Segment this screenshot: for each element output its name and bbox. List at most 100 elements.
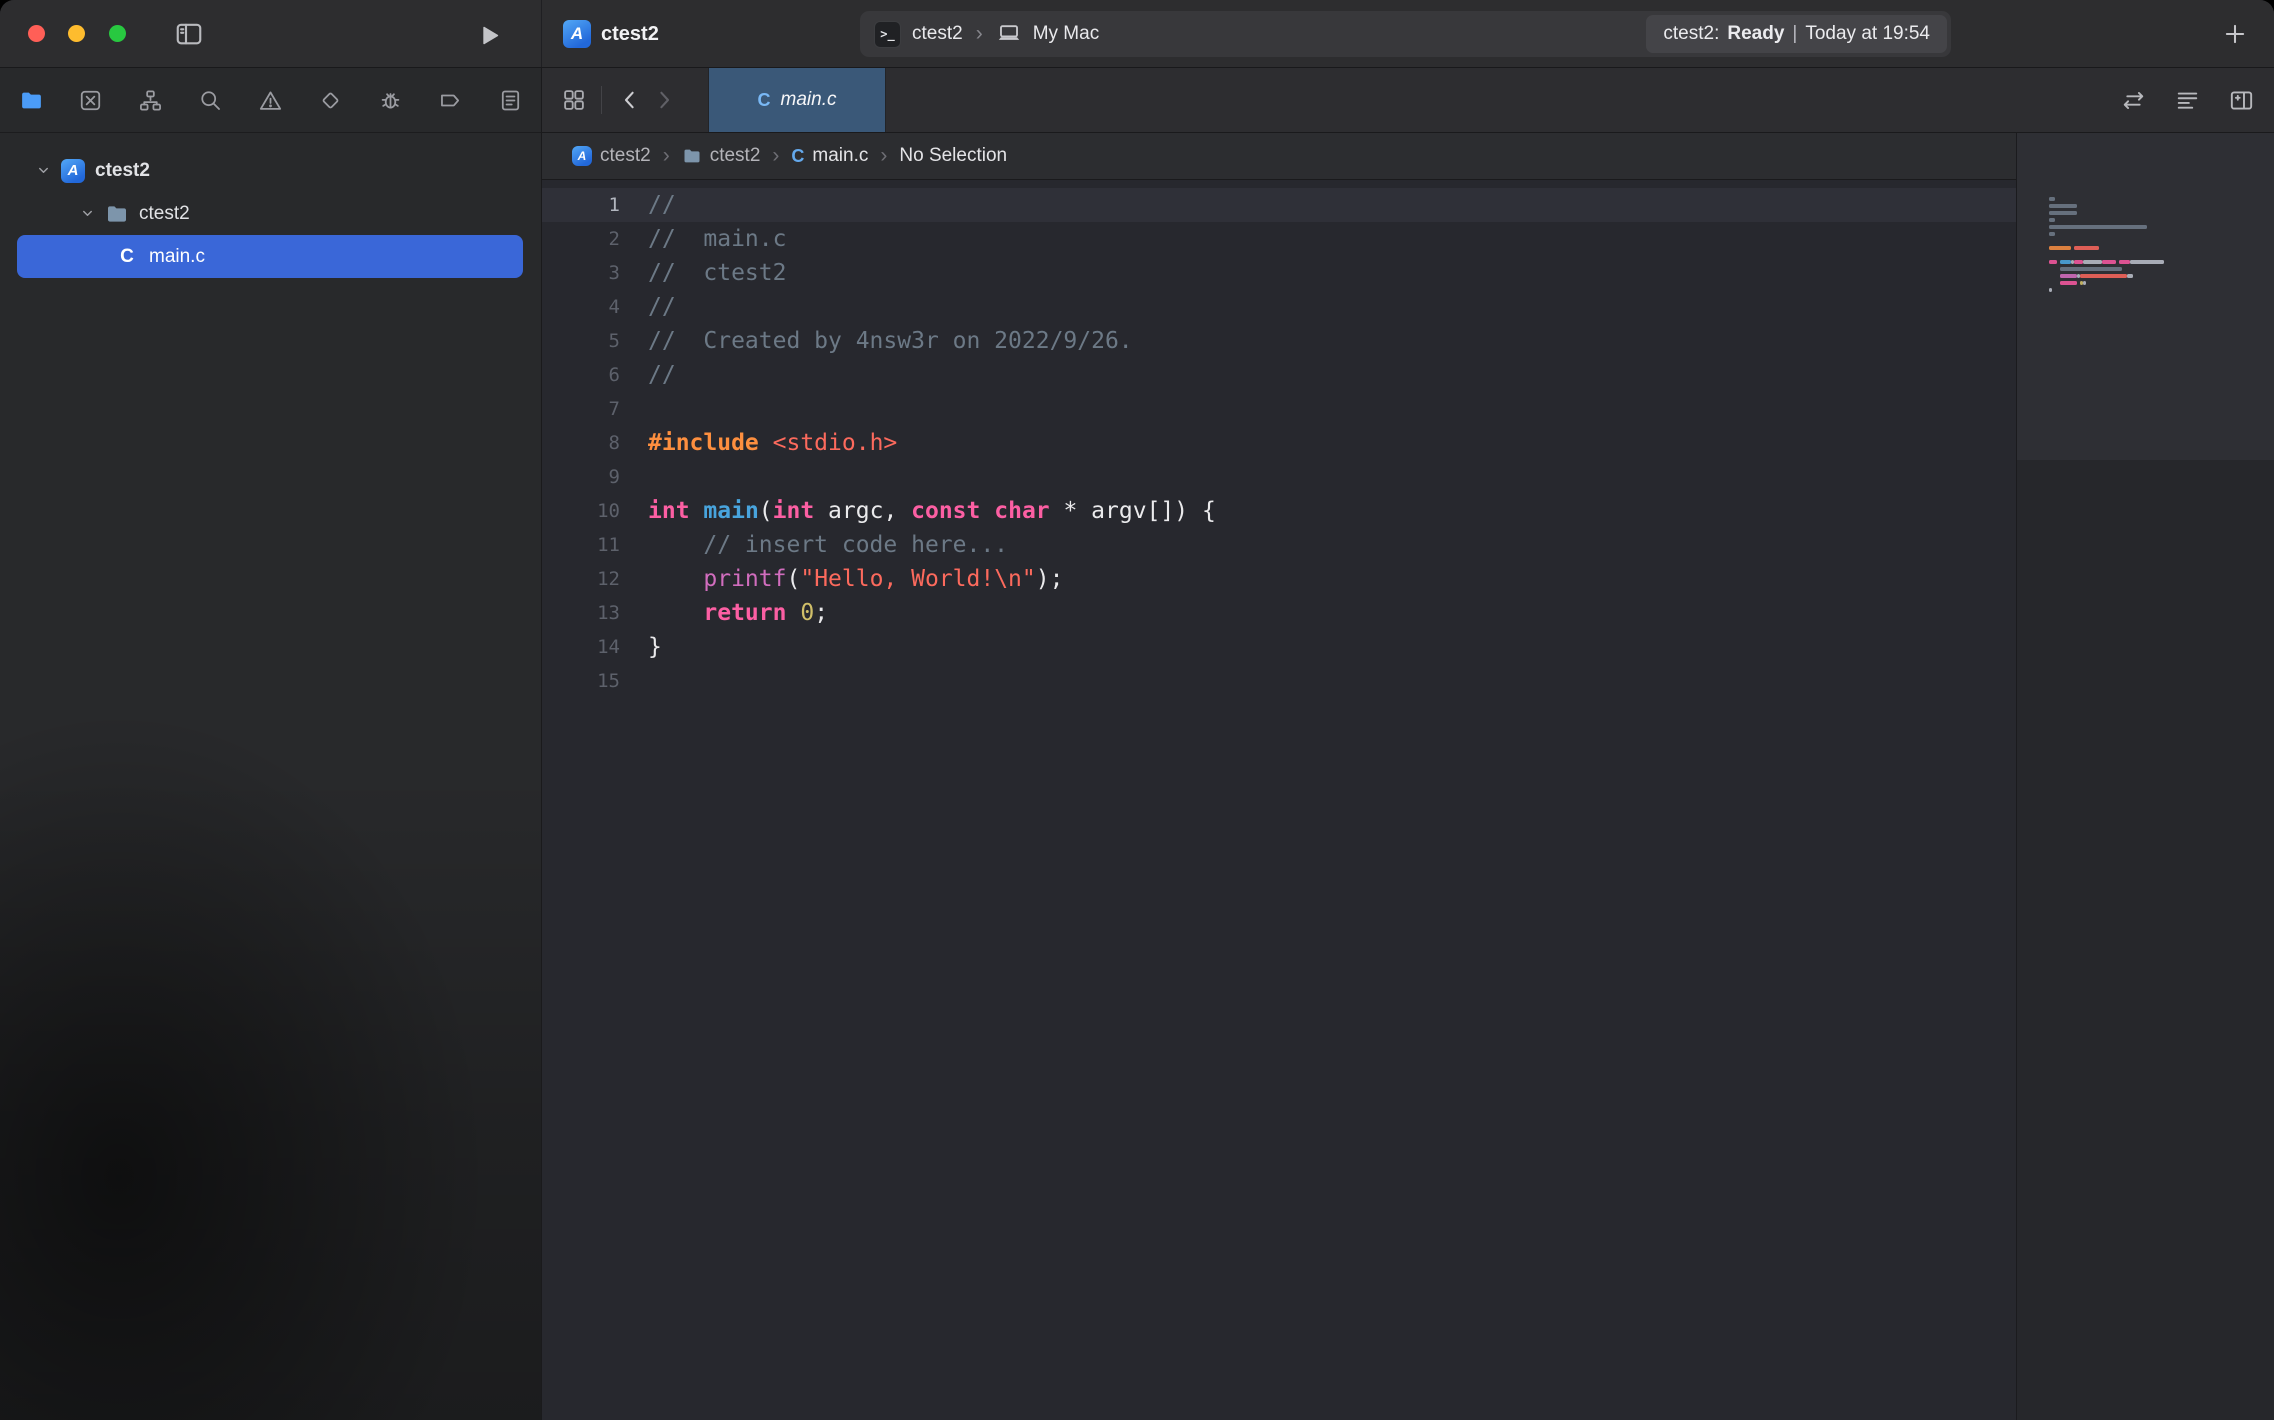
line-number[interactable]: 15 [542,664,620,698]
breadcrumb-item-ctest2[interactable]: ctest2 [682,145,761,167]
minimap-segment [2060,281,2077,285]
diamond-icon [318,88,343,113]
minimap[interactable] [2049,195,2260,300]
code-line-content: int main(int argc, const char * argv[]) … [648,494,1216,528]
line-number[interactable]: 4 [542,290,620,324]
code-line-9[interactable]: 9 [542,460,2016,494]
code-line-13[interactable]: 13 return 0; [542,596,2016,630]
minimap-line [2049,251,2260,258]
code-line-7[interactable]: 7 [542,392,2016,426]
minimap-segment [2127,274,2133,278]
disclosure-triangle-icon[interactable] [70,206,104,221]
go-forward-button[interactable] [647,84,681,116]
breadcrumb-item-ctest2[interactable]: Actest2 [572,145,651,167]
tree-row-ctest2[interactable]: Actest2 [17,149,523,192]
tree-row-main-c[interactable]: Cmain.c [17,235,523,278]
code-line-12[interactable]: 12 printf("Hello, World!\n"); [542,562,2016,596]
token-plain [786,600,800,626]
line-number[interactable]: 13 [542,596,620,630]
code-line-1[interactable]: 1// [542,188,2016,222]
code-line-content: // [648,290,676,324]
add-editor-icon[interactable] [2228,87,2255,114]
minimap-line [2049,209,2260,216]
go-back-button[interactable] [613,84,647,116]
code-line-15[interactable]: 15 [542,664,2016,698]
breadcrumb-label: main.c [812,145,868,167]
source-control-navigator-tab[interactable] [76,85,106,115]
code-line-8[interactable]: 8#include <stdio.h> [542,426,2016,460]
code-line-4[interactable]: 4 // [542,290,2016,324]
minimap-segment [2049,211,2077,215]
editor-actions [2120,68,2274,132]
disclosure-triangle-icon[interactable] [26,163,60,178]
close-window-button[interactable] [28,25,45,42]
report-navigator-tab[interactable] [495,85,525,115]
scheme-selector[interactable]: >_ ctest2 › My Mac [860,21,1113,48]
line-number[interactable]: 8 [542,426,620,460]
line-number[interactable]: 6 [542,358,620,392]
code-line-5[interactable]: 5 // Created by 4nsw3r on 2022/9/26. [542,324,2016,358]
line-number[interactable]: 2 [542,222,620,256]
minimap-segment [2060,267,2122,271]
minimize-window-button[interactable] [68,25,85,42]
token-plain [648,566,703,592]
debug-navigator-tab[interactable] [375,85,405,115]
code-line-6[interactable]: 6// [542,358,2016,392]
related-items-button[interactable] [558,84,590,116]
activity-view[interactable]: ctest2: Ready | Today at 19:54 [1646,15,1947,53]
editor-options-icon[interactable] [2174,87,2201,114]
breadcrumb-item-no-selection[interactable]: No Selection [899,145,1007,167]
token-plain: ; [814,600,828,626]
minimap-line [2049,258,2260,265]
test-navigator-tab[interactable] [315,85,345,115]
code-line-2[interactable]: 2// main.c [542,222,2016,256]
destination-name[interactable]: My Mac [1033,23,1100,45]
token-comment: // ctest2 [648,260,786,286]
line-number[interactable]: 5 [542,324,620,358]
minimap-segment [2074,260,2082,264]
token-plain [648,532,703,558]
project-navigator-tab[interactable] [16,85,46,115]
tree-item-label: ctest2 [139,203,190,225]
code-line-14[interactable]: 14} [542,630,2016,664]
line-number[interactable]: 11 [542,528,620,562]
minimap-column[interactable] [2016,133,2274,1420]
minimap-line [2049,216,2260,223]
toolbar-left-section [0,0,542,67]
breadcrumb-item-main-c[interactable]: Cmain.c [791,145,868,167]
code-line-content: // ctest2 [648,256,786,290]
scheme-name[interactable]: ctest2 [912,23,963,45]
code-line-3[interactable]: 3 // ctest2 [542,256,2016,290]
line-number[interactable]: 7 [542,392,620,426]
issue-navigator-tab[interactable] [256,85,286,115]
editor-area: C main.c Actest2›ctest2›Cmain.c›No Selec… [542,68,2274,1420]
token-comment: // Created by 4nsw3r on 2022/9/26. [648,328,1133,354]
line-number[interactable]: 3 [542,256,620,290]
editor-tab-main-c[interactable]: C main.c [708,68,886,132]
token-plain [759,430,773,456]
line-number[interactable]: 14 [542,630,620,664]
minimap-segment [2049,225,2147,229]
breakpoint-navigator-tab[interactable] [435,85,465,115]
line-number[interactable]: 12 [542,562,620,596]
line-number[interactable]: 1 [542,188,620,222]
c-file-icon: C [758,90,771,111]
code-editor[interactable]: 1//2// main.c3 // ctest2 4 // 5 // Created by… [542,180,2016,1420]
line-number[interactable]: 10 [542,494,620,528]
symbol-navigator-tab[interactable] [136,85,166,115]
zoom-window-button[interactable] [109,25,126,42]
navigator-tab-bar [0,68,541,133]
line-number[interactable]: 9 [542,460,620,494]
token-preproc: #include [648,430,759,456]
toggle-sidebar-button[interactable] [172,18,206,50]
swap-editor-icon[interactable] [2120,87,2147,114]
minimap-segment [2119,260,2130,264]
run-button[interactable] [472,19,506,51]
code-line-10[interactable]: 10 int main(int argc, const char * argv[]… [542,494,2016,528]
tree-row-ctest2[interactable]: ctest2 [17,192,523,235]
folder-icon [682,146,702,166]
code-line-11[interactable]: 11 // insert code here... [542,528,2016,562]
add-button[interactable] [2218,18,2252,50]
breadcrumb-separator-icon: › [663,144,670,168]
find-navigator-tab[interactable] [196,85,226,115]
